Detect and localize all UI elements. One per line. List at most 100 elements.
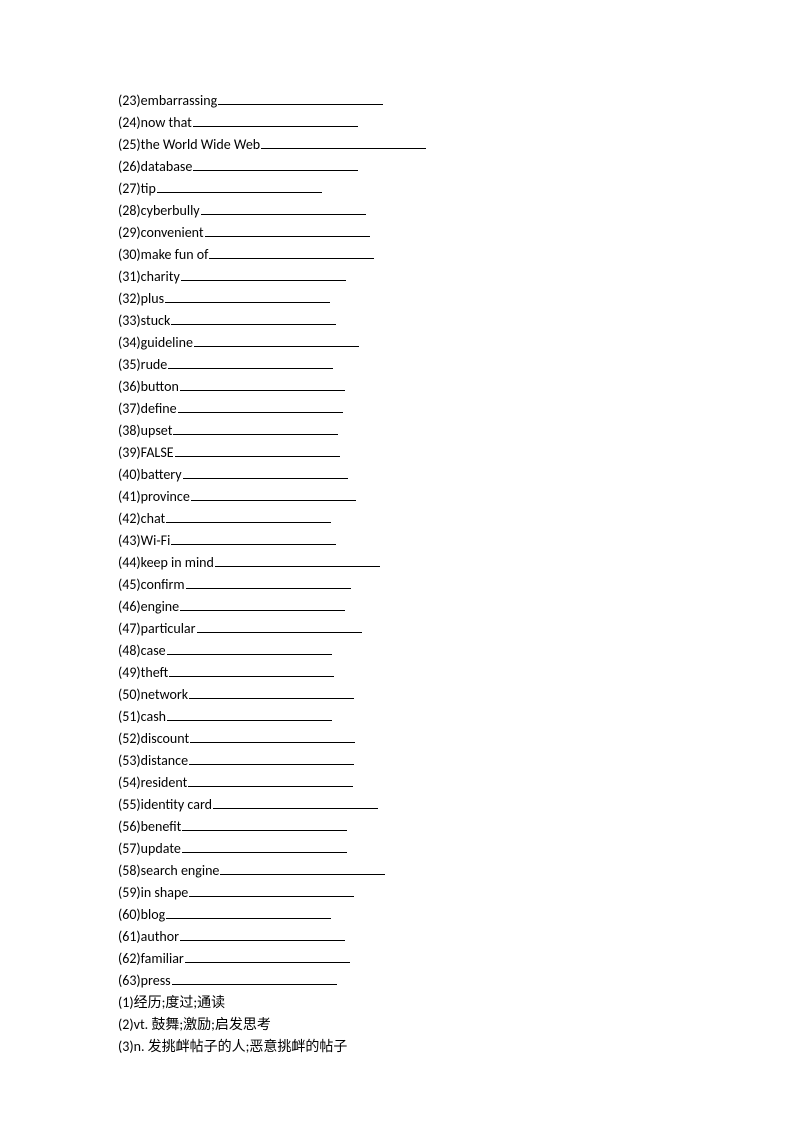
fill-row: (58)search engine <box>118 860 794 882</box>
blank-line <box>191 486 356 501</box>
fill-label: (58)search engine <box>118 862 219 879</box>
fill-row: (43)Wi-Fi <box>118 530 794 552</box>
blank-line <box>172 970 337 985</box>
blank-line <box>183 464 348 479</box>
blank-line <box>178 398 343 413</box>
fill-label: (26)database <box>118 158 192 175</box>
blank-line <box>167 706 332 721</box>
fill-row: (56)benefit <box>118 816 794 838</box>
fill-label: (42)chat <box>118 510 165 527</box>
fill-label: (54)resident <box>118 774 187 791</box>
fill-row: (40)battery <box>118 464 794 486</box>
fill-row: (62)familiar <box>118 948 794 970</box>
fill-row: (49)theft <box>118 662 794 684</box>
blank-line <box>189 684 354 699</box>
fill-row: (52)discount <box>118 728 794 750</box>
fill-label: (38)upset <box>118 422 172 439</box>
blank-line <box>205 222 370 237</box>
blank-line <box>213 794 378 809</box>
fill-row: (57)update <box>118 838 794 860</box>
fill-row: (32)plus <box>118 288 794 310</box>
blank-line <box>201 200 366 215</box>
fill-row: (54)resident <box>118 772 794 794</box>
blank-line <box>180 596 345 611</box>
fill-label: (46)engine <box>118 598 179 615</box>
fill-label: (47)particular <box>118 620 196 637</box>
fill-row: (59)in shape <box>118 882 794 904</box>
fill-label: (52)discount <box>118 730 189 747</box>
blank-line <box>175 442 340 457</box>
fill-row: (33)stuck <box>118 310 794 332</box>
fill-label: (63)press <box>118 972 171 989</box>
fill-row: (35)rude <box>118 354 794 376</box>
fill-label: (48)case <box>118 642 166 659</box>
fill-row: (34)guideline <box>118 332 794 354</box>
fill-row: (55)identity card <box>118 794 794 816</box>
blank-line <box>180 376 345 391</box>
fill-row: (31)charity <box>118 266 794 288</box>
fill-label: (30)make fun of <box>118 246 208 263</box>
fill-label: (23)embarrassing <box>118 92 217 109</box>
blank-line <box>188 772 353 787</box>
blank-line <box>218 90 383 105</box>
fill-row: (27)tip <box>118 178 794 200</box>
blank-line <box>166 904 331 919</box>
fill-label: (49)theft <box>118 664 168 681</box>
blank-line <box>167 640 332 655</box>
fill-row: (53)distance <box>118 750 794 772</box>
blank-line <box>166 508 331 523</box>
fill-row: (23)embarrassing <box>118 90 794 112</box>
fill-label: (36)button <box>118 378 179 395</box>
fill-label: (28)cyberbully <box>118 202 200 219</box>
fill-label: (37)define <box>118 400 177 417</box>
fill-row: (38)upset <box>118 420 794 442</box>
blank-line <box>181 266 346 281</box>
blank-line <box>190 728 355 743</box>
answer-row: (3)n. 发挑衅帖子的人;恶意挑衅的帖子 <box>118 1036 794 1058</box>
blank-line <box>185 948 350 963</box>
blank-line <box>169 662 334 677</box>
fill-label: (45)confirm <box>118 576 185 593</box>
fill-label: (56)benefit <box>118 818 181 835</box>
blank-line <box>189 750 354 765</box>
blank-line <box>215 552 380 567</box>
fill-label: (59)in shape <box>118 884 188 901</box>
fill-label: (50)network <box>118 686 188 703</box>
fill-label: (32)plus <box>118 290 164 307</box>
fill-label: (55)identity card <box>118 796 212 813</box>
fill-row: (28)cyberbully <box>118 200 794 222</box>
blank-line <box>194 332 359 347</box>
fill-label: (41)province <box>118 488 190 505</box>
fill-row: (47)particular <box>118 618 794 640</box>
fill-row: (46)engine <box>118 596 794 618</box>
fill-row: (37)define <box>118 398 794 420</box>
blank-line <box>197 618 362 633</box>
fill-label: (53)distance <box>118 752 188 769</box>
fill-row: (60)blog <box>118 904 794 926</box>
fill-row: (63)press <box>118 970 794 992</box>
fill-row: (50)network <box>118 684 794 706</box>
fill-label: (61)author <box>118 928 179 945</box>
answer-row: (2)vt. 鼓舞;激励;启发思考 <box>118 1014 794 1036</box>
blank-line <box>261 134 426 149</box>
blank-line <box>193 112 358 127</box>
fill-row: (30)make fun of <box>118 244 794 266</box>
blank-line <box>209 244 374 259</box>
blank-line <box>182 816 347 831</box>
fill-label: (60)blog <box>118 906 165 923</box>
fill-row: (39)FALSE <box>118 442 794 464</box>
blank-line <box>193 156 358 171</box>
blank-line <box>171 310 336 325</box>
fill-label: (44)keep in mind <box>118 554 214 571</box>
fill-label: (57)update <box>118 840 181 857</box>
blank-line <box>182 838 347 853</box>
fill-label: (33)stuck <box>118 312 170 329</box>
fill-label: (39)FALSE <box>118 444 174 461</box>
fill-label: (24)now that <box>118 114 192 131</box>
fill-row: (45)confirm <box>118 574 794 596</box>
fill-row: (42)chat <box>118 508 794 530</box>
fill-label: (35)rude <box>118 356 167 373</box>
fill-label: (40)battery <box>118 466 182 483</box>
fill-label: (34)guideline <box>118 334 193 351</box>
blank-line <box>186 574 351 589</box>
